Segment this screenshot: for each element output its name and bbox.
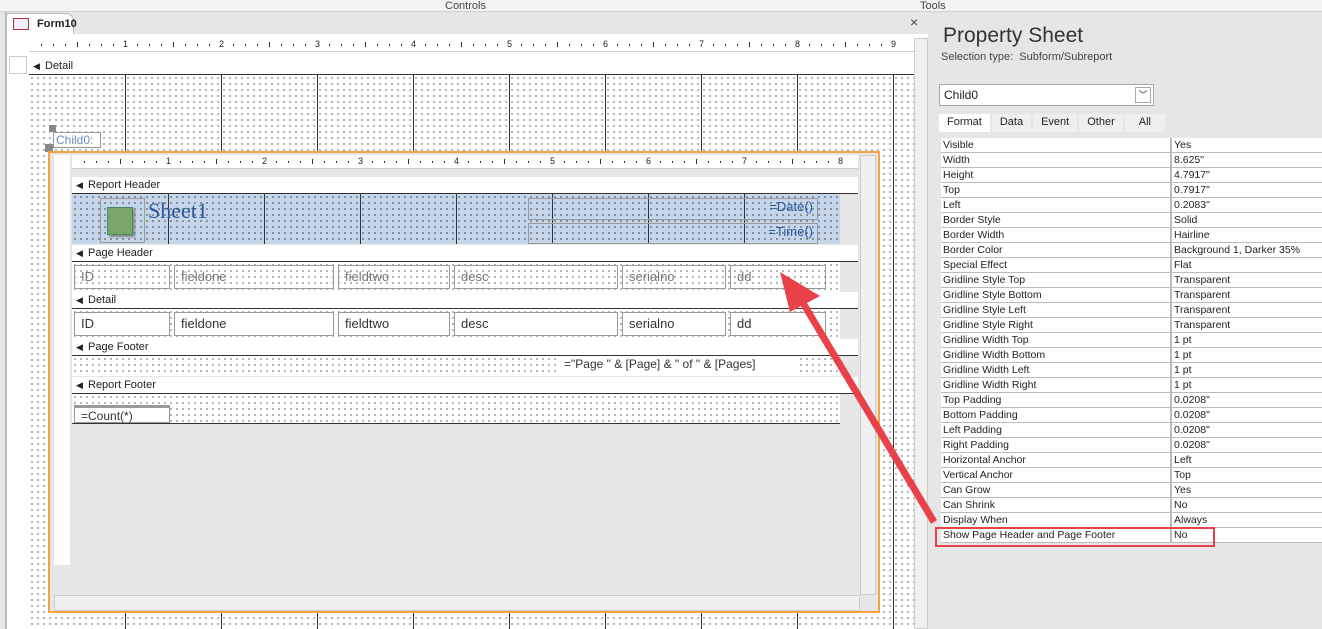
ribbon-group-controls: Controls	[445, 0, 486, 12]
arrow-shaft	[796, 296, 938, 524]
ribbon-strip: Controls Tools	[0, 0, 1322, 12]
ribbon-group-tools: Tools	[920, 0, 946, 12]
annotation-arrow	[780, 272, 938, 524]
arrow-head	[780, 272, 820, 312]
